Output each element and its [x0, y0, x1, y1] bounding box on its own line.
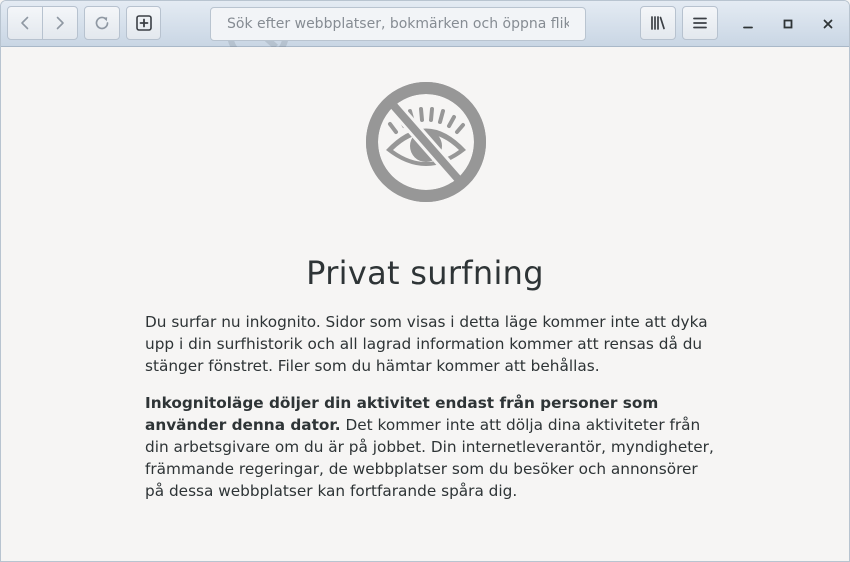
navigation-buttons	[7, 6, 78, 40]
search-bar[interactable]	[210, 7, 586, 41]
close-icon	[823, 19, 833, 29]
forward-button[interactable]	[42, 6, 78, 40]
back-button[interactable]	[7, 6, 43, 40]
back-icon	[21, 16, 29, 30]
forward-icon	[56, 16, 64, 30]
minimize-button[interactable]	[735, 11, 761, 37]
new-tab-button[interactable]	[126, 6, 161, 40]
reload-icon	[95, 16, 109, 30]
new-tab-icon	[135, 15, 152, 31]
library-icon	[651, 16, 665, 30]
hamburger-menu-icon	[693, 17, 707, 29]
page-title: Privat surfning	[306, 254, 544, 292]
privacy-warning-paragraph: Inkognitoläge döljer din aktivitet endas…	[145, 392, 715, 502]
maximize-icon	[783, 19, 793, 29]
incognito-eye-slash-icon	[366, 82, 486, 202]
menu-button[interactable]	[682, 6, 718, 40]
browser-window: Privat surfning Du surfar nu inkognito. …	[0, 0, 850, 562]
private-browsing-page: Privat surfning Du surfar nu inkognito. …	[1, 47, 849, 561]
intro-paragraph: Du surfar nu inkognito. Sidor som visas …	[145, 313, 708, 375]
header-bar	[1, 1, 849, 47]
close-button[interactable]	[815, 11, 841, 37]
minimize-icon	[743, 26, 753, 29]
library-button[interactable]	[640, 6, 676, 40]
reload-button[interactable]	[84, 6, 120, 40]
maximize-button[interactable]	[775, 11, 801, 37]
search-input[interactable]	[225, 15, 571, 33]
